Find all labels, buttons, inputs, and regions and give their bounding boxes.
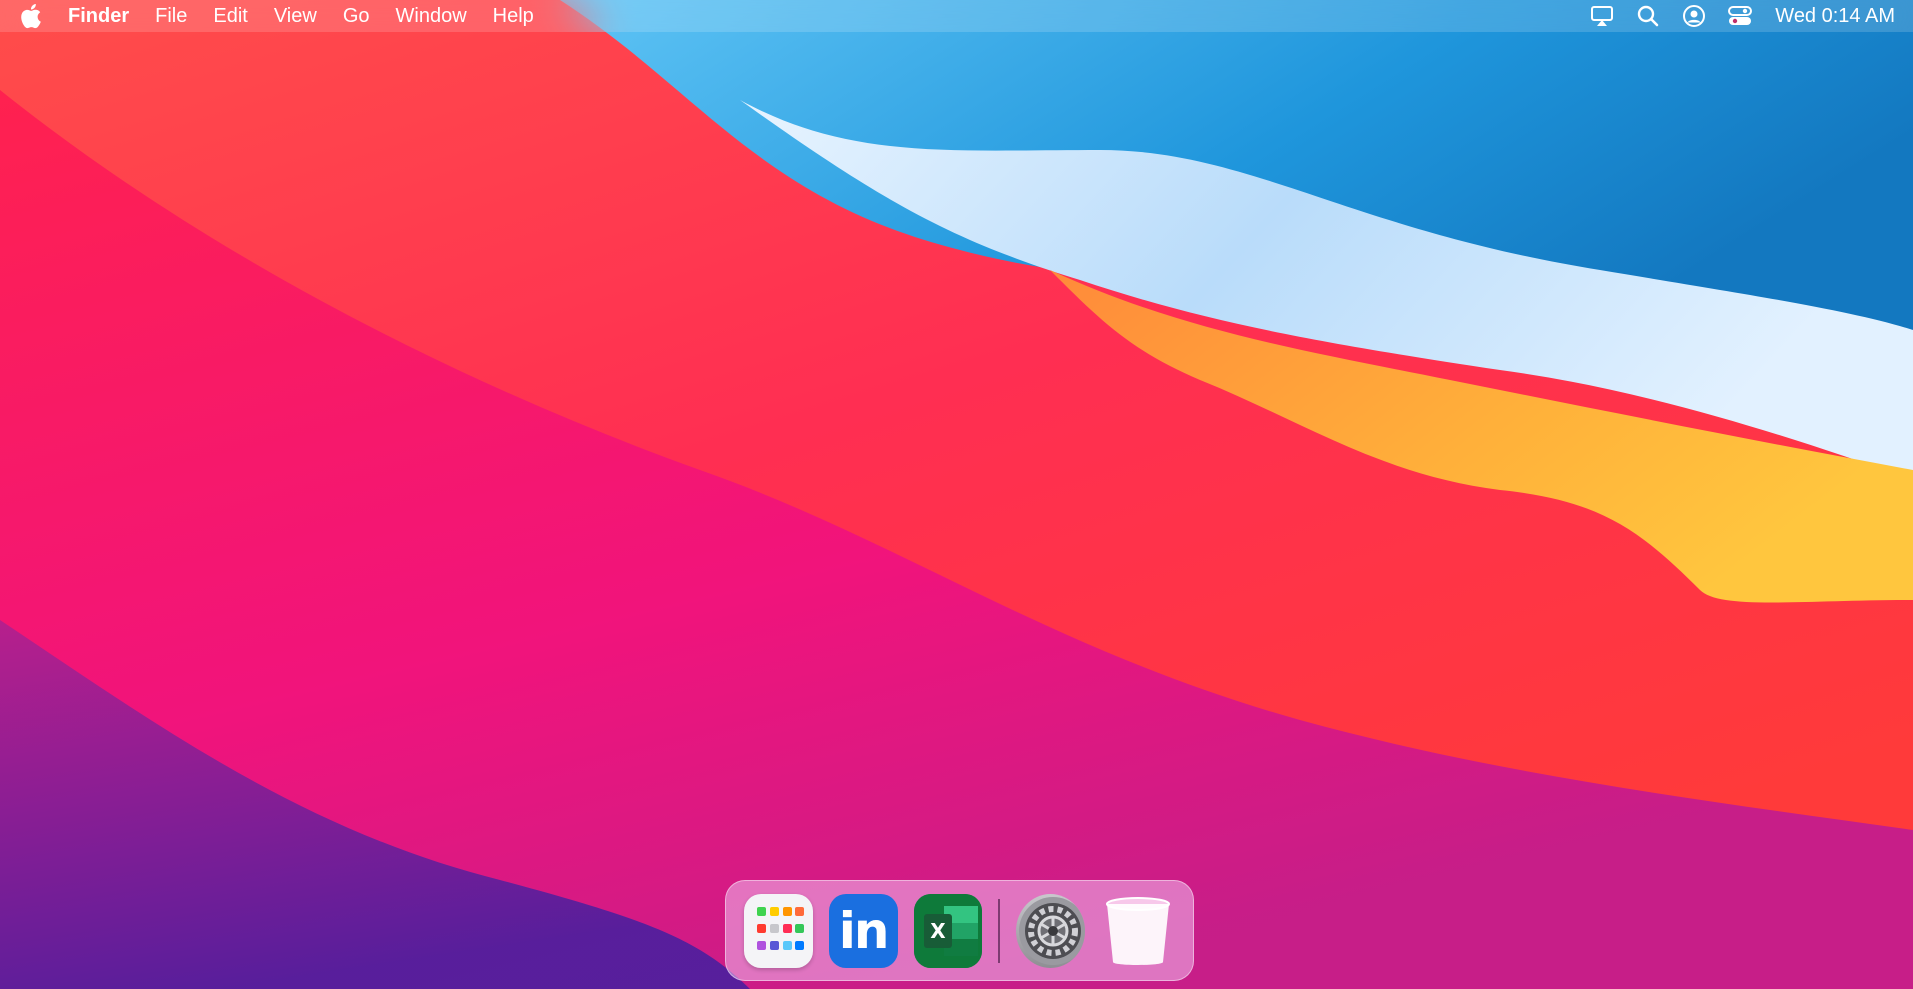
menu-help[interactable]: Help <box>493 0 534 32</box>
menu-bar: Finder File Edit View Go Window Help Wed… <box>0 0 1913 32</box>
dock: in X <box>725 880 1194 981</box>
menu-go[interactable]: Go <box>343 0 370 32</box>
trash-icon[interactable] <box>1101 894 1175 968</box>
launchpad-icon[interactable] <box>744 893 813 968</box>
excel-icon[interactable]: X <box>913 893 983 968</box>
menu-view[interactable]: View <box>274 0 317 32</box>
user-account-icon[interactable] <box>1681 3 1707 29</box>
menubar-clock[interactable]: Wed 0:14 AM <box>1775 0 1895 32</box>
gear-icon[interactable] <box>1016 893 1085 968</box>
excel-glyph: X <box>930 919 946 943</box>
control-center-icon[interactable] <box>1727 3 1753 29</box>
apple-logo-icon[interactable] <box>20 3 42 29</box>
menu-file[interactable]: File <box>155 0 187 32</box>
search-icon[interactable] <box>1635 3 1661 29</box>
dock-separator <box>998 898 1001 963</box>
linkedin-icon[interactable]: in <box>828 893 898 968</box>
menu-finder[interactable]: Finder <box>68 0 129 32</box>
wallpaper-waves <box>0 0 1913 989</box>
linkedin-glyph: in <box>838 901 890 960</box>
menu-edit[interactable]: Edit <box>213 0 247 32</box>
desktop-wallpaper <box>0 0 1913 989</box>
menu-window[interactable]: Window <box>396 0 467 32</box>
airplay-icon[interactable] <box>1589 3 1615 29</box>
